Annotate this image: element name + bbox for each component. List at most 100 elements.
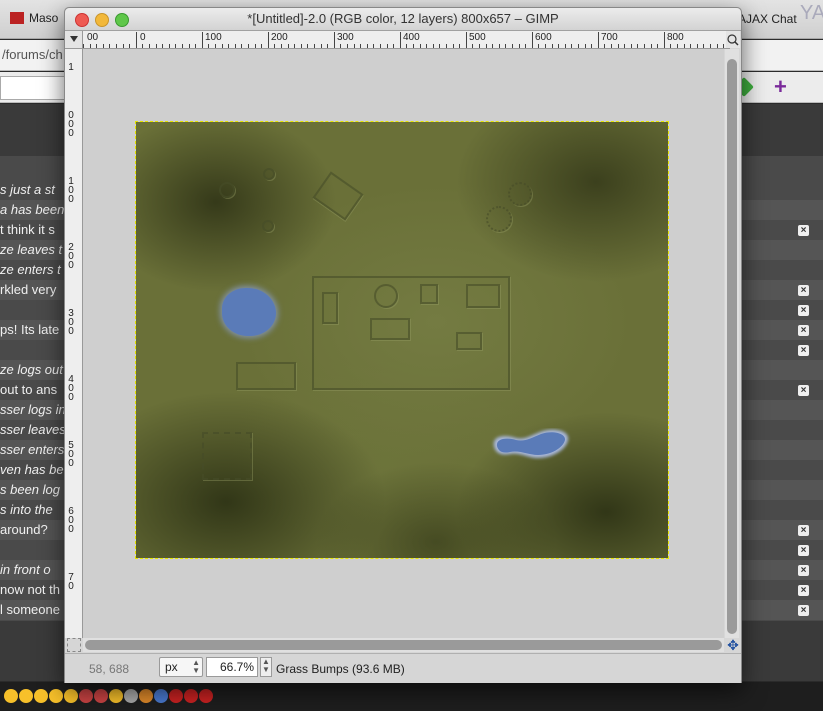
ruler-label: 0: [68, 458, 74, 469]
delete-message-icon[interactable]: ×: [798, 325, 809, 336]
ruler-tick: [307, 44, 309, 48]
ruler-tick: [366, 44, 368, 48]
add-icon[interactable]: +: [774, 74, 787, 100]
magnifier-icon: [727, 34, 739, 46]
emoticon-icon[interactable]: [34, 689, 48, 703]
vertical-ruler[interactable]: 100010020030040050060070: [65, 49, 83, 638]
emoticon-icon[interactable]: [49, 689, 63, 703]
chat-message-text: sser enters: [0, 442, 65, 457]
ruler-corner-menu[interactable]: [65, 31, 83, 49]
emoticon-icon[interactable]: [139, 689, 153, 703]
emoticon-icon[interactable]: [199, 689, 213, 703]
ruler-tick: [386, 44, 388, 48]
vertical-scroll-thumb[interactable]: [727, 59, 737, 634]
emboss-rect: [420, 284, 438, 304]
ruler-tick: [373, 44, 375, 48]
emoticon-icon[interactable]: [184, 689, 198, 703]
delete-message-icon[interactable]: ×: [798, 605, 809, 616]
ruler-tick: [611, 44, 612, 48]
ruler-tick: [525, 44, 527, 48]
browser-tab-ajax-chat[interactable]: AJAX Chat: [738, 12, 797, 26]
horizontal-scrollbar[interactable]: [83, 638, 724, 652]
image-canvas[interactable]: [135, 121, 669, 559]
ruler-label: 800: [667, 32, 684, 43]
horizontal-scroll-thumb[interactable]: [85, 640, 722, 650]
ruler-tick: [683, 44, 685, 48]
ruler-tick: [426, 44, 428, 48]
ruler-tick: [419, 44, 421, 48]
delete-message-icon[interactable]: ×: [798, 565, 809, 576]
window-titlebar[interactable]: *[Untitled]-2.0 (RGB color, 12 layers) 8…: [65, 8, 741, 31]
emoticon-icon[interactable]: [154, 689, 168, 703]
unit-selector[interactable]: px ▲ ▼: [159, 657, 203, 677]
emoticon-icon[interactable]: [4, 689, 18, 703]
ruler-tick: [479, 44, 480, 48]
ruler-tick: [644, 44, 645, 48]
unit-spin-arrows-icon: ▲ ▼: [192, 658, 200, 675]
canvas-area[interactable]: [83, 49, 724, 638]
ruler-tick: [677, 44, 678, 48]
ruler-tick: [109, 44, 111, 48]
emoticon-icon[interactable]: [79, 689, 93, 703]
delete-message-icon[interactable]: ×: [798, 345, 809, 356]
ruler-tick: [538, 44, 540, 48]
emboss-circle: [374, 284, 398, 308]
zoom-toggle[interactable]: [726, 31, 740, 48]
chat-message-text: out to ans: [0, 382, 58, 397]
vertical-scrollbar[interactable]: [725, 49, 739, 638]
ruler-tick: [83, 44, 84, 48]
ruler-tick: [465, 32, 467, 48]
emoticon-icon[interactable]: [19, 689, 33, 703]
ruler-tick: [287, 44, 289, 48]
delete-message-icon[interactable]: ×: [798, 225, 809, 236]
quick-mask-toggle[interactable]: [67, 638, 81, 652]
chat-message-text: around?: [0, 522, 48, 537]
emboss-rect: [236, 362, 296, 390]
ruler-tick: [703, 44, 705, 48]
ruler-tick: [182, 44, 183, 48]
delete-message-icon[interactable]: ×: [798, 525, 809, 536]
ruler-tick: [452, 44, 454, 48]
ruler-tick: [274, 44, 276, 48]
ruler-tick: [248, 44, 249, 48]
ruler-label: 500: [469, 32, 486, 43]
delete-message-icon[interactable]: ×: [798, 545, 809, 556]
emboss-rect: [322, 292, 338, 324]
emoticon-icon[interactable]: [169, 689, 183, 703]
ruler-tick: [129, 44, 131, 48]
ruler-tick: [261, 44, 263, 48]
zoom-value: 66.7%: [219, 660, 254, 674]
ruler-tick: [195, 44, 197, 48]
emoticon-icon[interactable]: [64, 689, 78, 703]
ruler-tick: [512, 44, 513, 48]
ruler-tick: [630, 44, 632, 48]
ruler-tick: [314, 44, 315, 48]
ruler-tick: [142, 44, 144, 48]
ruler-tick: [578, 44, 579, 48]
emoticon-icon[interactable]: [94, 689, 108, 703]
ruler-label: 00: [87, 32, 99, 43]
ruler-tick: [591, 44, 593, 48]
zoom-field[interactable]: 66.7%: [206, 657, 258, 677]
horizontal-ruler[interactable]: 00 0 100 200 300 400 500 600 700 800: [83, 31, 730, 49]
masonic-favicon-icon: [10, 12, 24, 24]
ruler-tick: [102, 44, 104, 48]
delete-message-icon[interactable]: ×: [798, 285, 809, 296]
ruler-tick: [327, 44, 329, 48]
ruler-tick: [168, 44, 170, 48]
ruler-label: 0: [68, 581, 74, 592]
navigate-icon[interactable]: ✥: [726, 638, 740, 652]
browser-tab[interactable]: Maso: [10, 6, 58, 30]
delete-message-icon[interactable]: ×: [798, 305, 809, 316]
ruler-label: 1: [68, 62, 74, 73]
emoticon-icon[interactable]: [124, 689, 138, 703]
ruler-tick: [518, 44, 520, 48]
ruler-tick: [432, 44, 434, 48]
water-pond: [222, 288, 276, 336]
ruler-tick: [696, 44, 698, 48]
delete-message-icon[interactable]: ×: [798, 585, 809, 596]
zoom-dropdown-icon[interactable]: ▲ ▼: [260, 657, 272, 677]
ruler-tick: [155, 44, 157, 48]
emoticon-icon[interactable]: [109, 689, 123, 703]
delete-message-icon[interactable]: ×: [798, 385, 809, 396]
